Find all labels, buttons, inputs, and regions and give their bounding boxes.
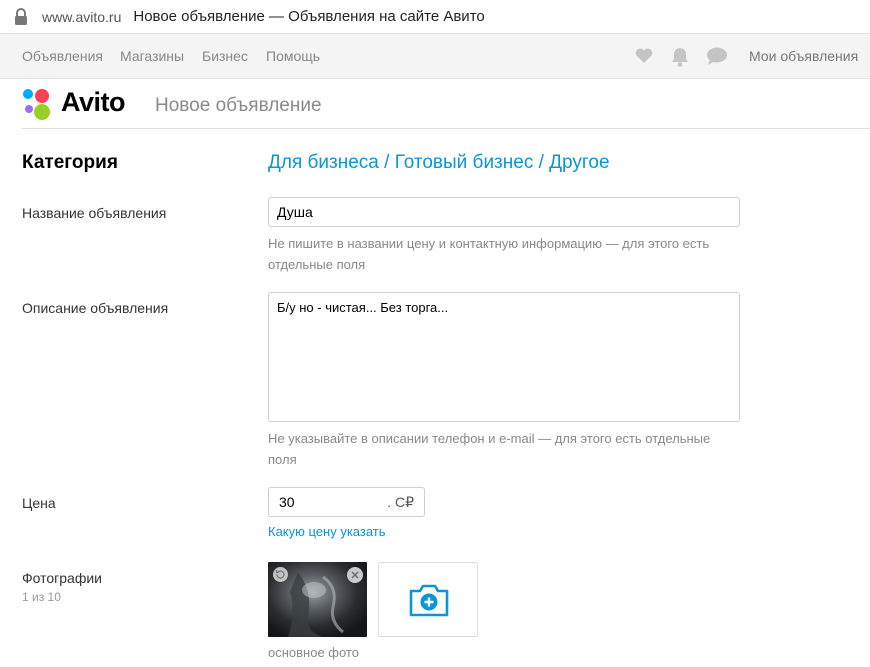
price-currency: . С₽ — [387, 494, 414, 510]
site-top-nav: Объявления Магазины Бизнес Помощь Мои об… — [0, 34, 870, 79]
main-photo-label: основное фото — [268, 645, 359, 660]
title-label: Название объявления — [22, 205, 167, 221]
lock-icon — [14, 7, 28, 26]
heart-icon[interactable] — [634, 46, 654, 71]
chat-icon[interactable] — [706, 46, 728, 71]
photos-count: 1 из 10 — [22, 590, 61, 604]
browser-page-title: Новое объявление — Объявления на сайте А… — [133, 8, 485, 25]
browser-url[interactable]: www.avito.ru — [42, 9, 121, 25]
uploaded-photo-thumbnail[interactable] — [268, 562, 367, 637]
add-photo-button[interactable] — [378, 562, 478, 637]
nav-link-shops[interactable]: Магазины — [120, 48, 184, 64]
price-label: Цена — [22, 495, 56, 511]
header-divider — [22, 128, 870, 129]
description-textarea[interactable]: Б/у но - чистая... Без торга... — [268, 292, 740, 422]
category-heading: Категория — [22, 152, 118, 173]
site-header: Avito Новое объявление — [0, 79, 870, 129]
rotate-photo-icon[interactable] — [273, 567, 288, 582]
photos-label: Фотографии — [22, 570, 103, 586]
nav-link-ads[interactable]: Объявления — [22, 48, 103, 64]
delete-photo-icon[interactable] — [347, 567, 363, 583]
category-value-link[interactable]: Для бизнеса / Готовый бизнес / Другое — [268, 152, 610, 174]
avito-logo-text[interactable]: Avito — [61, 87, 126, 118]
description-hint: Не указывайте в описании телефон и e-mai… — [268, 431, 711, 467]
price-field[interactable]: . С₽ — [268, 487, 425, 517]
page-title: Новое объявление — [155, 95, 322, 116]
price-help-link[interactable]: Какую цену указать — [268, 524, 386, 539]
nav-link-business[interactable]: Бизнес — [202, 48, 248, 64]
camera-add-icon — [409, 584, 449, 617]
title-hint: Не пишите в названии цену и контактную и… — [268, 236, 710, 272]
price-input[interactable] — [269, 488, 379, 516]
nav-link-help[interactable]: Помощь — [266, 48, 320, 64]
title-input[interactable] — [268, 197, 740, 227]
description-label: Описание объявления — [22, 300, 169, 316]
avito-logo-icon[interactable] — [22, 88, 56, 122]
my-ads-link[interactable]: Мои объявления — [749, 48, 858, 64]
browser-address-bar: www.avito.ru Новое объявление — Объявлен… — [0, 0, 870, 34]
bell-icon[interactable] — [670, 46, 690, 73]
